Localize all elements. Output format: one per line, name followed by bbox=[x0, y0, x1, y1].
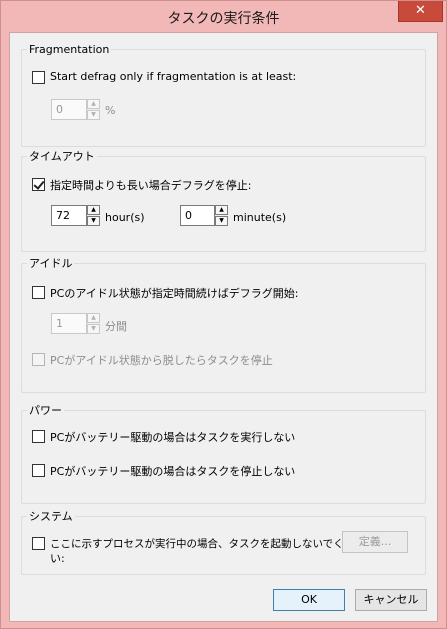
spin-up-icon[interactable]: ▲ bbox=[87, 205, 100, 215]
fragmentation-unit: % bbox=[105, 104, 116, 117]
fragmentation-group: Fragmentation bbox=[21, 43, 426, 147]
timeout-checkbox[interactable] bbox=[32, 178, 45, 191]
fragmentation-checkbox[interactable] bbox=[32, 71, 45, 84]
timeout-hours-unit: hour(s) bbox=[105, 211, 145, 224]
timeout-minutes-input[interactable]: 0 bbox=[180, 205, 215, 226]
system-process-checkbox[interactable] bbox=[32, 537, 45, 550]
title-bar[interactable]: タスクの実行条件 ✕ bbox=[1, 1, 446, 32]
power-no-stop-label[interactable]: PCがバッテリー駆動の場合はタスクを停止しない bbox=[50, 463, 295, 479]
idle-checkbox[interactable] bbox=[32, 286, 45, 299]
close-icon: ✕ bbox=[415, 3, 426, 18]
timeout-minutes-unit: minute(s) bbox=[233, 211, 287, 224]
dialog-client-area: Fragmentation Start defrag only if fragm… bbox=[9, 32, 438, 622]
idle-legend: アイドル bbox=[29, 257, 73, 270]
timeout-hours-input[interactable]: 72 bbox=[51, 205, 87, 226]
fragmentation-percent-input[interactable]: 0 bbox=[51, 99, 87, 120]
dialog-window: タスクの実行条件 ✕ Fragmentation Start defrag on… bbox=[0, 0, 447, 629]
power-no-start-label[interactable]: PCがバッテリー駆動の場合はタスクを実行しない bbox=[50, 429, 295, 445]
ok-button[interactable]: OK bbox=[273, 589, 345, 611]
idle-stop-label[interactable]: PCがアイドル状態から脱したらタスクを停止 bbox=[50, 352, 273, 368]
spin-up-icon[interactable]: ▲ bbox=[87, 313, 100, 323]
spin-down-icon[interactable]: ▼ bbox=[87, 324, 100, 334]
spin-down-icon[interactable]: ▼ bbox=[87, 110, 100, 120]
idle-checkbox-label[interactable]: PCのアイドル状態が指定時間続けばデフラグ開始: bbox=[50, 285, 298, 301]
timeout-minutes-spinner[interactable]: ▲ ▼ bbox=[215, 205, 228, 226]
system-process-label-line2[interactable]: い: bbox=[50, 550, 65, 566]
spin-down-icon[interactable]: ▼ bbox=[87, 216, 100, 226]
system-legend: システム bbox=[29, 510, 73, 523]
window-title: タスクの実行条件 bbox=[167, 11, 280, 27]
spin-down-icon[interactable]: ▼ bbox=[215, 216, 228, 226]
define-processes-button[interactable]: 定義... bbox=[342, 531, 408, 553]
idle-stop-checkbox[interactable] bbox=[32, 353, 45, 366]
timeout-checkbox-label[interactable]: 指定時間よりも長い場合デフラグを停止: bbox=[50, 177, 252, 193]
cancel-button[interactable]: キャンセル bbox=[355, 589, 427, 611]
idle-spinner[interactable]: ▲ ▼ bbox=[87, 313, 100, 334]
idle-unit: 分間 bbox=[105, 320, 127, 333]
power-group: パワー bbox=[21, 402, 426, 504]
spin-up-icon[interactable]: ▲ bbox=[87, 99, 100, 109]
power-no-start-checkbox[interactable] bbox=[32, 430, 45, 443]
timeout-legend: タイムアウト bbox=[29, 150, 95, 163]
timeout-hours-spinner[interactable]: ▲ ▼ bbox=[87, 205, 100, 226]
close-button[interactable]: ✕ bbox=[398, 1, 443, 22]
system-process-label-line1[interactable]: ここに示すプロセスが実行中の場合、タスクを起動しないでくださ bbox=[50, 536, 365, 551]
fragmentation-spinner[interactable]: ▲ ▼ bbox=[87, 99, 100, 120]
idle-minutes-input[interactable]: 1 bbox=[51, 313, 87, 334]
fragmentation-legend: Fragmentation bbox=[29, 43, 110, 56]
power-legend: パワー bbox=[29, 404, 62, 417]
timeout-group: タイムアウト bbox=[21, 148, 426, 252]
power-no-stop-checkbox[interactable] bbox=[32, 464, 45, 477]
fragmentation-checkbox-label[interactable]: Start defrag only if fragmentation is at… bbox=[50, 70, 296, 83]
spin-up-icon[interactable]: ▲ bbox=[215, 205, 228, 215]
